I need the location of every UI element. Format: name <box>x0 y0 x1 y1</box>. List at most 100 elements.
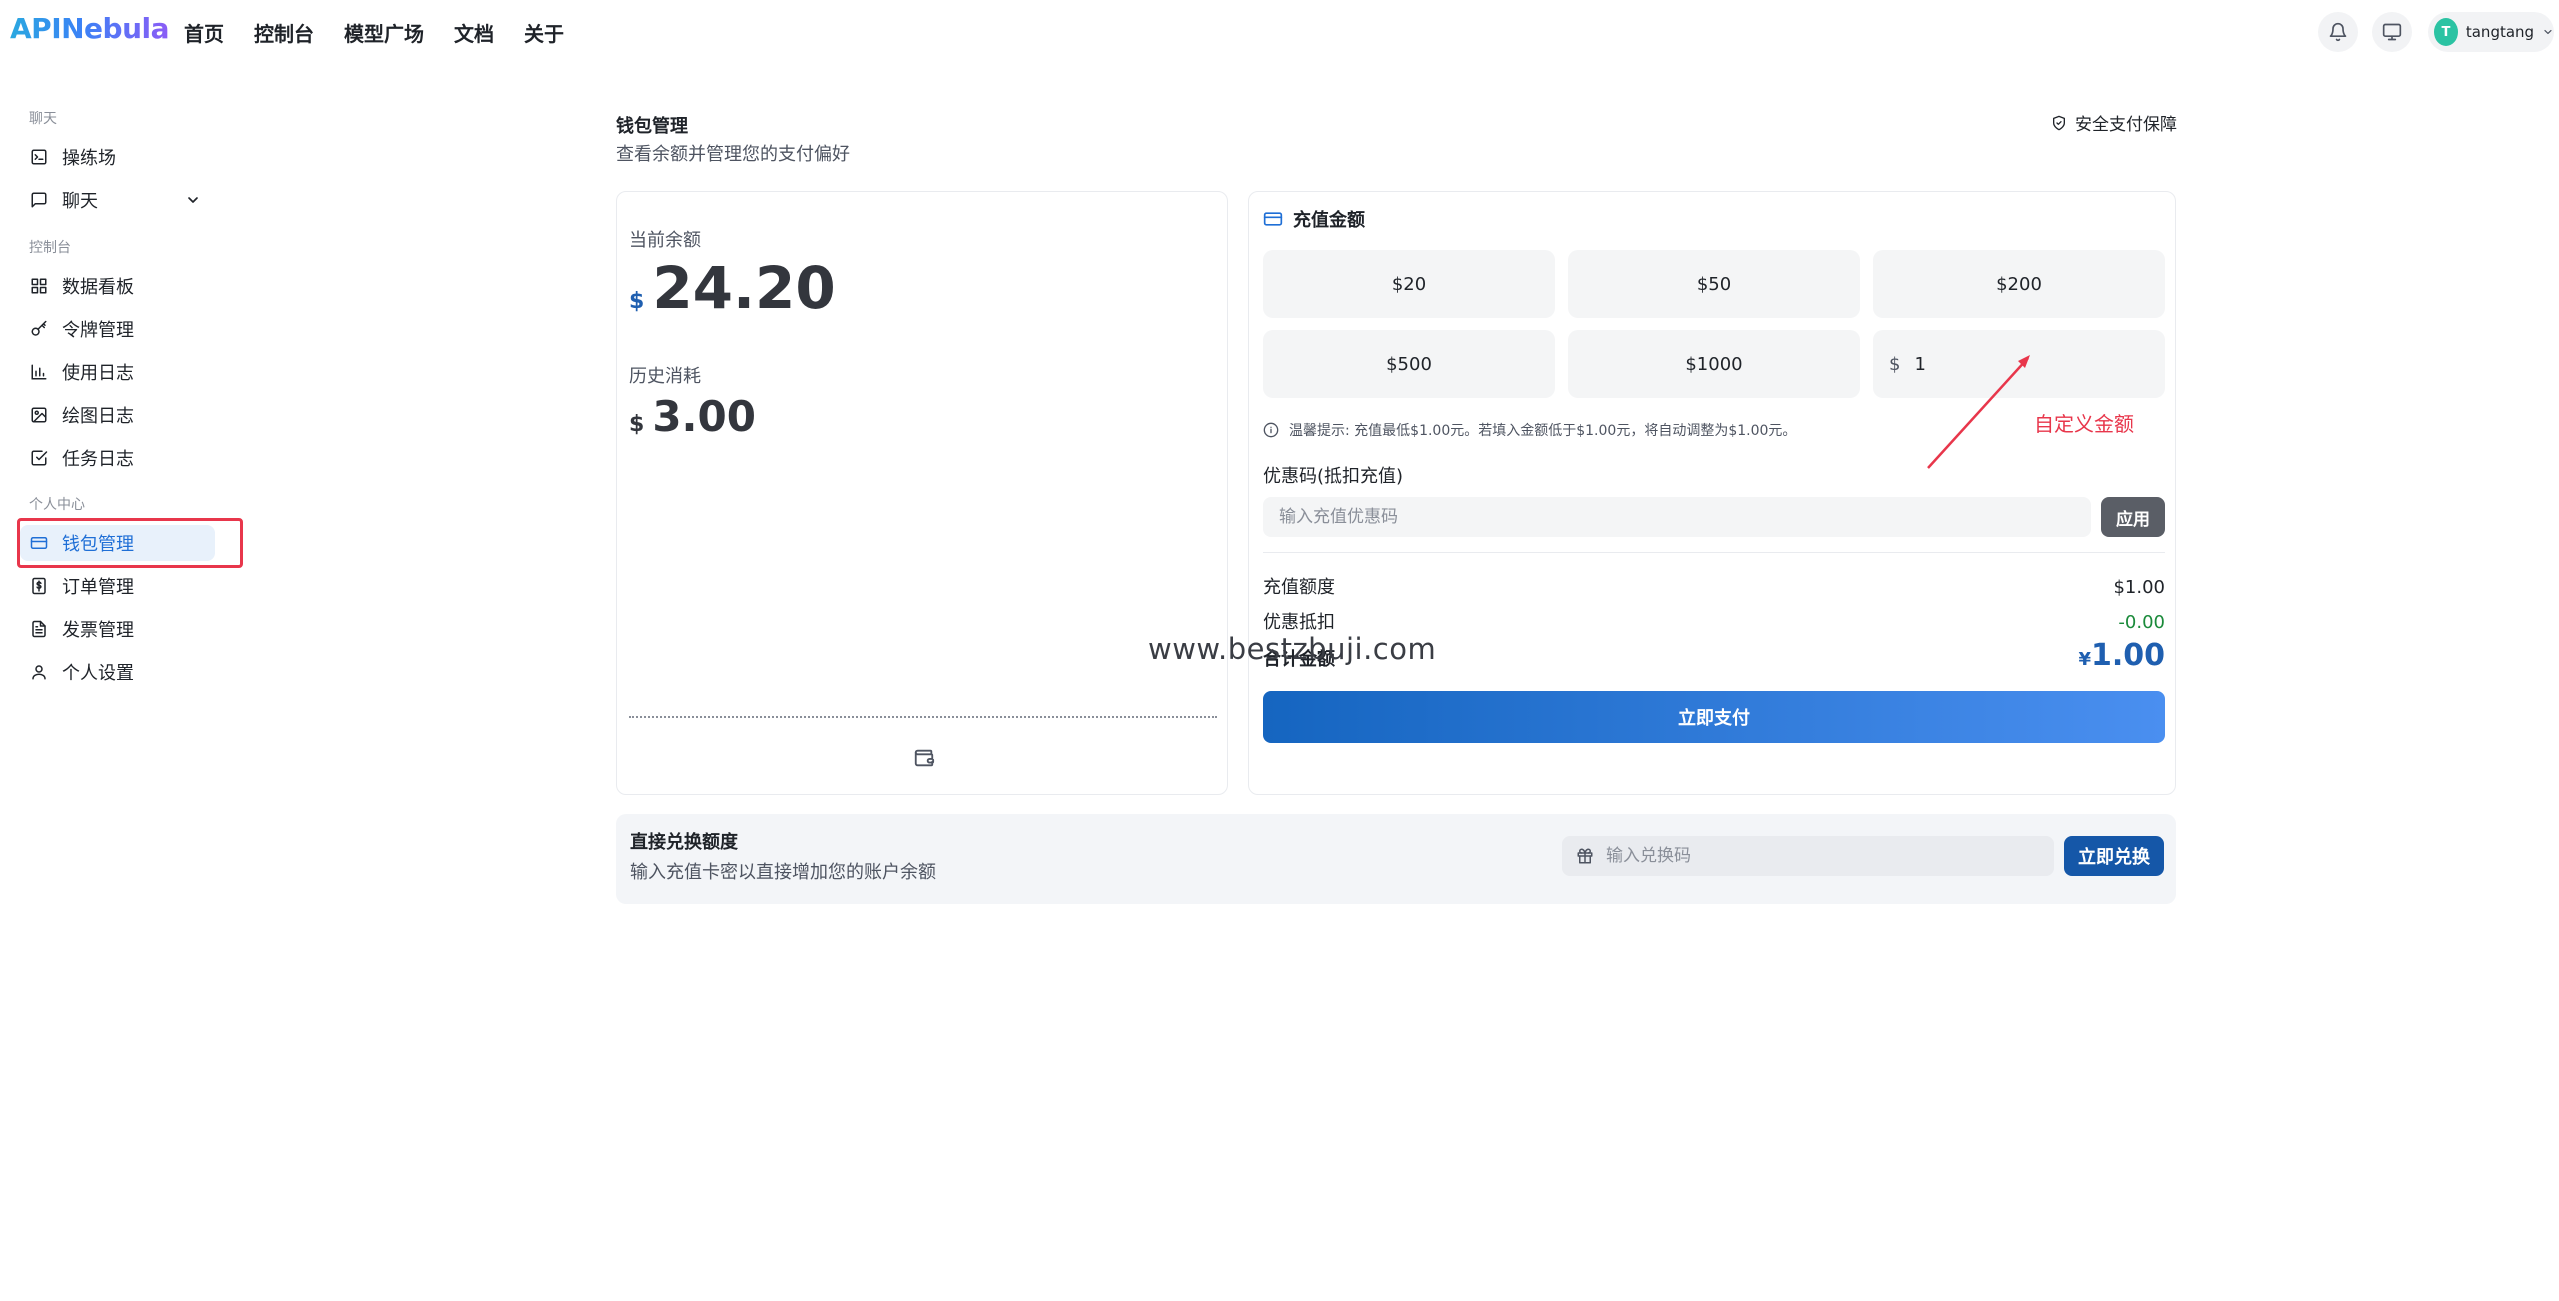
credit-card-icon <box>1263 212 1283 226</box>
amount-option-50[interactable]: $50 <box>1568 250 1860 318</box>
chevron-down-icon <box>2544 29 2552 35</box>
sidebar-item-tokens[interactable]: 令牌管理 <box>20 311 215 347</box>
amount-option-20[interactable]: $20 <box>1263 250 1555 318</box>
redeem-section: 直接兑换额度 输入充值卡密以直接增加您的账户余额 立即兑换 <box>616 814 2176 904</box>
currency-symbol: $ <box>1889 353 1901 375</box>
invoice-icon <box>32 620 46 638</box>
secure-label: 安全支付保障 <box>2075 115 2177 135</box>
avatar: T <box>2434 18 2458 46</box>
sidebar-item-label: 任务日志 <box>62 449 134 470</box>
coupon-input[interactable] <box>1263 497 2091 537</box>
sidebar-item-invoices[interactable]: 发票管理 <box>20 611 215 647</box>
shield-check-icon <box>2053 115 2065 130</box>
redeem-field <box>1562 836 2054 876</box>
sidebar-item-drawing-log[interactable]: 绘图日志 <box>20 397 215 433</box>
secure-payment-badge: 安全支付保障 <box>2051 110 2177 135</box>
sidebar-item-label: 个人设置 <box>62 663 134 684</box>
username: tangtang <box>2465 23 2535 41</box>
sidebar-item-chat[interactable]: 聊天 <box>20 182 215 218</box>
monitor-icon <box>2382 23 2402 41</box>
bar-chart-icon <box>31 364 47 380</box>
gift-icon <box>1577 848 1593 864</box>
display-mode-button[interactable] <box>2372 12 2412 52</box>
checkbox-icon <box>31 450 48 466</box>
wallet-icon <box>914 749 935 767</box>
info-icon <box>1263 422 1279 438</box>
top-right-tools: T tangtang <box>0 12 2559 52</box>
current-balance-value: 24.20 <box>652 254 836 322</box>
annotation-label: 自定义金额 <box>2034 412 2134 436</box>
recharge-header: 充值金额 <box>1263 206 1365 232</box>
redeem-title: 直接兑换额度 <box>630 832 738 853</box>
top-bar: APINebula 首页 控制台 模型广场 文档 关于 T tangtang <box>0 0 2559 64</box>
page-title: 钱包管理 <box>616 116 688 137</box>
sidebar-group-personal: 个人中心 <box>29 497 85 513</box>
recharge-tip: 温馨提示: 充值最低$1.00元。若填入金额低于$1.00元，将自动调整为$1.… <box>1263 420 1796 440</box>
balance-card: 当前余额 $ 24.20 历史消耗 $ 3.00 <box>616 191 1228 795</box>
divider <box>629 716 1217 718</box>
sidebar-item-orders[interactable]: 订单管理 <box>20 568 215 604</box>
key-icon <box>31 320 47 336</box>
redeem-now-button[interactable]: 立即兑换 <box>2064 836 2164 876</box>
sidebar-item-wallet[interactable]: 钱包管理 <box>20 525 215 561</box>
amount-option-500[interactable]: $500 <box>1263 330 1555 398</box>
summary-amount-value: $1.00 <box>2113 577 2165 598</box>
summary-total-value: ¥1.00 <box>2078 638 2165 673</box>
sidebar-item-label: 使用日志 <box>62 363 134 384</box>
chat-icon <box>31 192 47 208</box>
redeem-subtitle: 输入充值卡密以直接增加您的账户余额 <box>630 862 936 883</box>
summary-discount-row: 优惠抵扣 -0.00 <box>1263 608 2165 634</box>
tip-text: 温馨提示: 充值最低$1.00元。若填入金额低于$1.00元，将自动调整为$1.… <box>1289 423 1797 439</box>
sidebar-item-label: 令牌管理 <box>62 320 134 341</box>
sidebar-item-usage-log[interactable]: 使用日志 <box>20 354 215 390</box>
user-icon <box>32 665 46 680</box>
apply-coupon-button[interactable]: 应用 <box>2101 497 2165 537</box>
amount-option-200[interactable]: $200 <box>1873 250 2165 318</box>
sidebar-item-playground[interactable]: 操练场 <box>20 139 215 175</box>
current-balance: $ 24.20 <box>629 254 836 322</box>
summary-discount-value: -0.00 <box>2118 612 2165 633</box>
sidebar-item-label: 订单管理 <box>62 577 134 598</box>
coupon-label: 优惠码(抵扣充值) <box>1263 466 1404 487</box>
recharge-card: 充值金额 $20 $50 $200 $500 $1000 $ 温馨提示: 充值最… <box>1248 191 2176 795</box>
sidebar-item-label: 数据看板 <box>62 277 134 298</box>
summary-amount-label: 充值额度 <box>1263 577 1335 598</box>
history-usage-value: 3.00 <box>652 392 756 441</box>
sidebar-group-chat: 聊天 <box>29 111 57 127</box>
wallet-card-icon <box>30 537 48 549</box>
sidebar-item-dashboard[interactable]: 数据看板 <box>20 268 215 304</box>
playground-icon <box>31 149 47 165</box>
image-icon <box>31 407 47 423</box>
history-usage-label: 历史消耗 <box>629 366 701 387</box>
current-balance-label: 当前余额 <box>629 230 701 251</box>
sidebar-item-label: 绘图日志 <box>62 406 134 427</box>
sidebar-group-console: 控制台 <box>29 240 71 256</box>
sidebar-item-label: 发票管理 <box>62 620 134 641</box>
chevron-down-icon[interactable] <box>185 192 201 208</box>
total-amount: 1.00 <box>2090 638 2165 673</box>
notification-button[interactable] <box>2318 12 2358 52</box>
sidebar-item-settings[interactable]: 个人设置 <box>20 654 215 690</box>
history-usage: $ 3.00 <box>629 392 756 441</box>
dollar-doc-icon <box>32 577 46 595</box>
yen-symbol: ¥ <box>2078 649 2091 670</box>
summary-discount-label: 优惠抵扣 <box>1263 612 1335 633</box>
sidebar-item-label: 操练场 <box>62 148 116 169</box>
sidebar-item-label: 聊天 <box>62 191 98 212</box>
user-menu[interactable]: T tangtang <box>2428 12 2554 52</box>
annotation-arrow <box>1927 355 2030 469</box>
divider <box>1263 552 2165 553</box>
recharge-title: 充值金额 <box>1293 210 1365 231</box>
sidebar-item-label: 钱包管理 <box>62 534 134 555</box>
redeem-code-input[interactable] <box>1606 846 2046 866</box>
amount-option-1000[interactable]: $1000 <box>1568 330 1860 398</box>
dashboard-icon <box>31 278 47 294</box>
currency-symbol: $ <box>629 412 645 437</box>
watermark-text: www.bestzbuji.com <box>1148 632 1437 666</box>
bell-icon <box>2329 22 2347 42</box>
sidebar-item-task-log[interactable]: 任务日志 <box>20 440 215 476</box>
summary-amount-row: 充值额度 $1.00 <box>1263 573 2165 599</box>
pay-now-button[interactable]: 立即支付 <box>1263 691 2165 743</box>
page-subtitle: 查看余额并管理您的支付偏好 <box>616 144 850 165</box>
currency-symbol: $ <box>629 289 645 314</box>
